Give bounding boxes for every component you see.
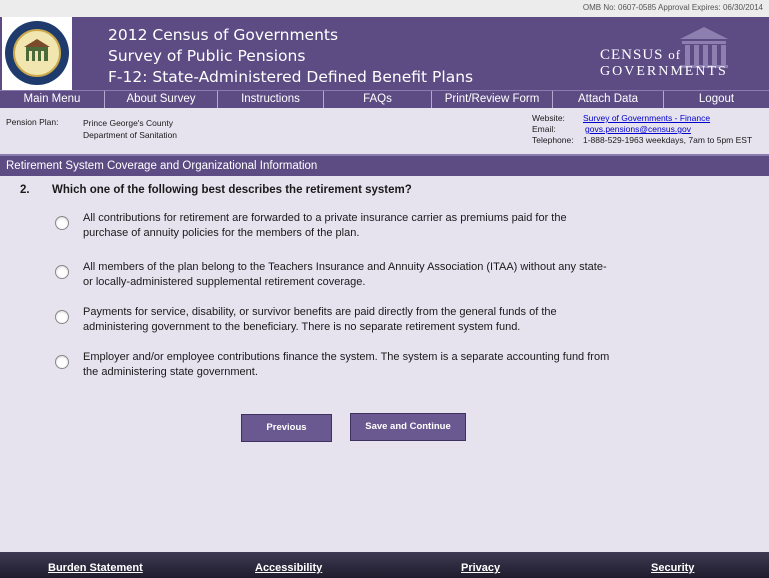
option-3-line-2: administering government to the benefici… [83, 321, 521, 333]
nav-about-survey[interactable]: About Survey [105, 91, 218, 108]
commerce-seal-logo [2, 17, 72, 90]
option-2-line-2: or locally-administered supplemental ret… [83, 276, 366, 288]
option-1-text: All contributions for retirement are for… [83, 211, 663, 241]
nav-attach-data[interactable]: Attach Data [553, 91, 664, 108]
question-number: 2. [20, 184, 30, 196]
option-4-text: Employer and/or employee contributions f… [83, 350, 663, 380]
title-line-1: 2012 Census of Governments [108, 26, 339, 44]
telephone-value: 1-888-529-1963 weekdays, 7am to 5pm EST [583, 135, 753, 145]
cog-governments-text: GOVERNMENTS [600, 64, 728, 79]
option-2-line-1: All members of the plan belong to the Te… [83, 261, 607, 273]
privacy-link[interactable]: Privacy [461, 562, 500, 574]
previous-button[interactable]: Previous [241, 414, 332, 442]
title-line-3: F-12: State-Administered Defined Benefit… [108, 68, 474, 86]
option-3-text: Payments for service, disability, or sur… [83, 305, 663, 335]
option-4-line-1: Employer and/or employee contributions f… [83, 351, 610, 363]
nav-instructions[interactable]: Instructions [218, 91, 324, 108]
nav-faqs[interactable]: FAQs [324, 91, 432, 108]
pension-plan-label: Pension Plan: [6, 117, 59, 127]
option-3: Payments for service, disability, or sur… [55, 305, 663, 335]
option-2-radio[interactable] [55, 265, 69, 279]
telephone-label: Telephone: [532, 135, 574, 145]
email-label: Email: [532, 124, 556, 134]
save-continue-button[interactable]: Save and Continue [350, 413, 466, 441]
option-2-text: All members of the plan belong to the Te… [83, 260, 663, 290]
survey-titles: 2012 Census of Governments Survey of Pub… [108, 25, 473, 88]
footer: Burden Statement Accessibility Privacy S… [0, 552, 769, 578]
website-link[interactable]: Survey of Governments - Finance [583, 113, 710, 124]
website-label: Website: [532, 113, 565, 123]
plan-info-panel: Pension Plan: Prince George's County Dep… [0, 108, 769, 154]
option-3-line-1: Payments for service, disability, or sur… [83, 306, 557, 318]
section-title: Retirement System Coverage and Organizat… [0, 154, 769, 176]
email-link[interactable]: govs.pensions@census.gov [585, 124, 691, 135]
pension-plan-value: Prince George's County Department of San… [83, 117, 177, 141]
option-1: All contributions for retirement are for… [55, 211, 663, 241]
cog-of-text: of [668, 47, 682, 62]
option-4-line-2: the administering state government. [83, 366, 258, 378]
header-banner: 2012 Census of Governments Survey of Pub… [0, 17, 769, 90]
pension-plan-department: Department of Sanitation [83, 130, 178, 140]
accessibility-link[interactable]: Accessibility [255, 562, 322, 574]
option-3-radio[interactable] [55, 310, 69, 324]
option-4: Employer and/or employee contributions f… [55, 350, 663, 380]
option-1-line-1: All contributions for retirement are for… [83, 212, 567, 224]
main-nav: Main Menu About Survey Instructions FAQs… [0, 90, 769, 108]
contact-info: Website: Survey of Governments - Finance… [532, 113, 752, 146]
option-4-radio[interactable] [55, 355, 69, 369]
omb-info: OMB No: 0607-0585 Approval Expires: 06/3… [582, 3, 763, 12]
option-1-radio[interactable] [55, 216, 69, 230]
census-of-governments-wordmark: CENSUS of GOVERNMENTS [600, 47, 728, 80]
nav-main-menu[interactable]: Main Menu [0, 91, 105, 108]
top-bar: OMB No: 0607-0585 Approval Expires: 06/3… [0, 0, 769, 17]
option-1-line-2: purchase of annuity policies for the mem… [83, 227, 360, 239]
option-2: All members of the plan belong to the Te… [55, 260, 663, 290]
question-text: Which one of the following best describe… [52, 184, 412, 196]
cog-census-text: CENSUS [600, 47, 664, 63]
burden-statement-link[interactable]: Burden Statement [48, 562, 143, 574]
security-link[interactable]: Security [651, 562, 694, 574]
title-line-2: Survey of Public Pensions [108, 47, 306, 65]
nav-logout[interactable]: Logout [664, 91, 769, 108]
nav-print-review-form[interactable]: Print/Review Form [432, 91, 553, 108]
pension-plan-county: Prince George's County [83, 118, 173, 128]
